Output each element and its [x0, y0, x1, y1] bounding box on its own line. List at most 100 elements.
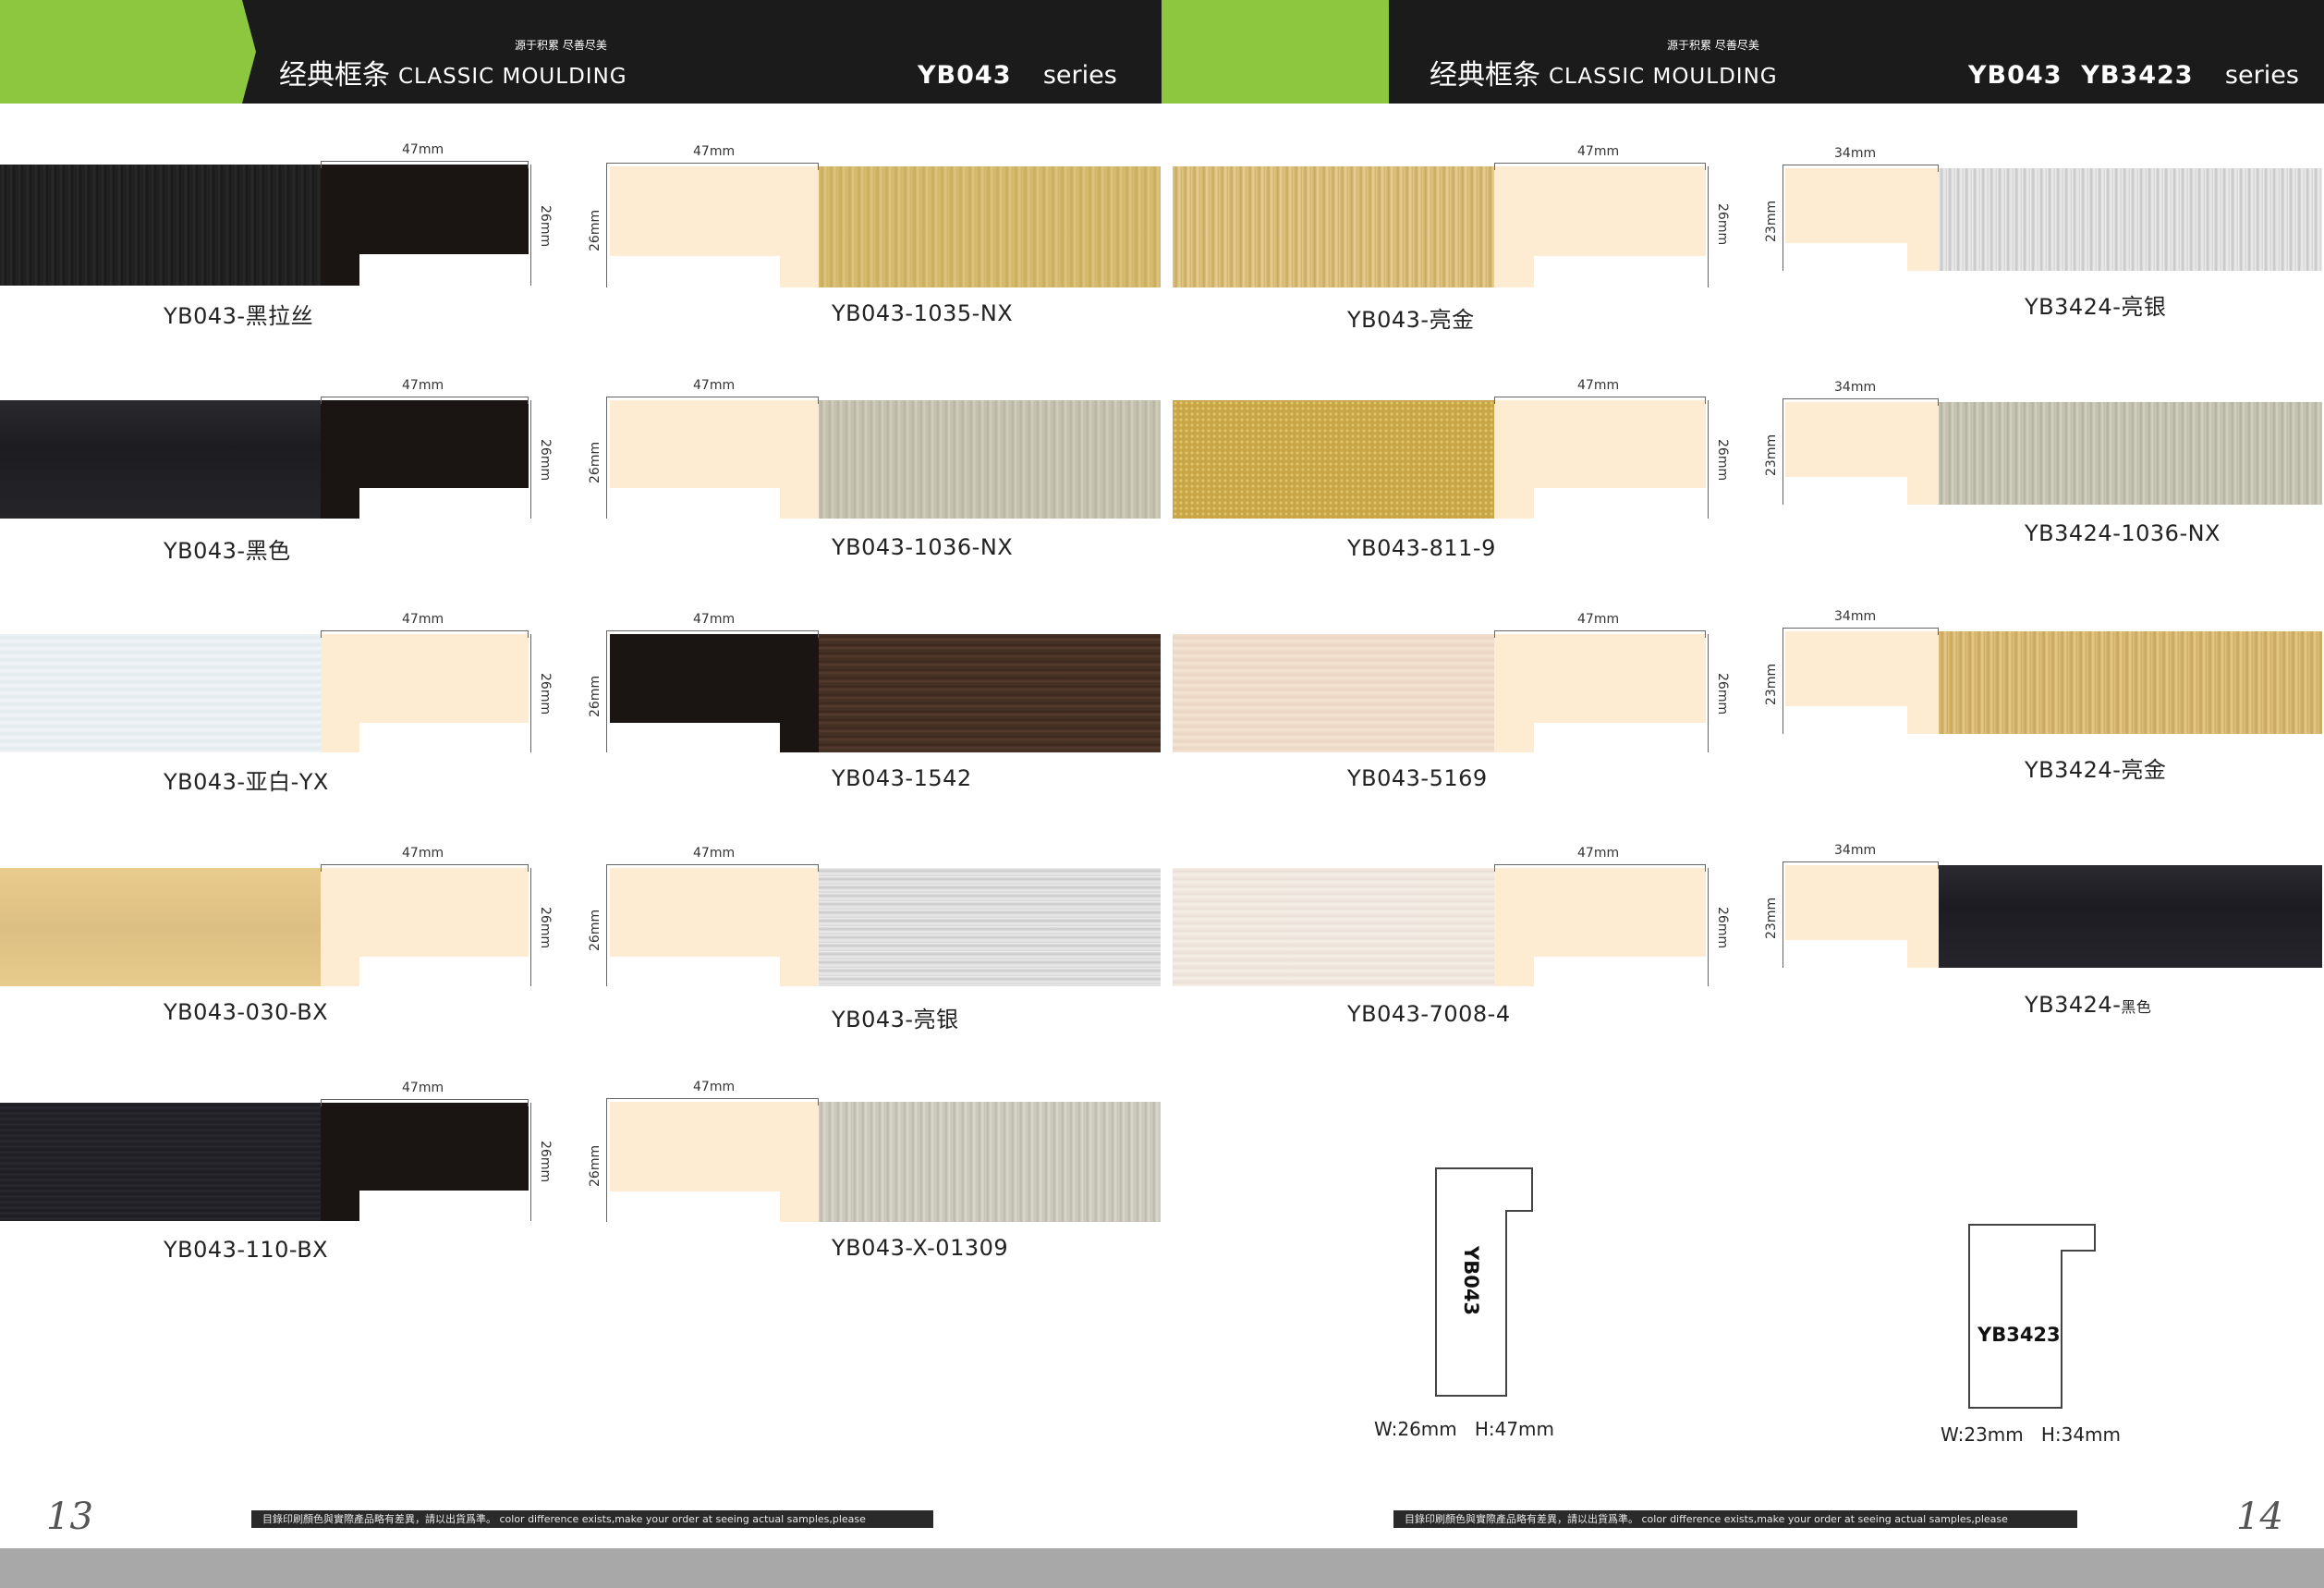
title-en: CLASSIC MOULDING [398, 65, 627, 89]
bottom-strip [0, 1548, 2324, 1588]
profile-outline-drawing [1435, 1167, 1533, 1397]
product-code: YB043-811-9 [1347, 535, 1496, 561]
width-dimension [1494, 630, 1706, 638]
width-label: 34mm [1834, 380, 1877, 395]
product-code: YB043-亮银 [832, 1007, 959, 1032]
width-label: 47mm [402, 378, 444, 393]
moulding-sample [819, 868, 1161, 986]
width-label: 47mm [693, 144, 736, 159]
width-dimension [606, 864, 819, 872]
moulding-sample [0, 634, 321, 752]
moulding-sample [819, 634, 1161, 752]
catalog-page-left: 源于积累 尽善尽美 经典框条 CLASSIC MOULDING YB043 se… [0, 0, 1162, 1548]
product-code: YB043-1036-NX [832, 534, 1014, 560]
outline-dimensions-yb3423: W:23mm H:34mm [1941, 1423, 2122, 1446]
width-dimension [1783, 861, 1939, 869]
product-code: YB043-亮金 [1347, 307, 1475, 333]
width-dimension [321, 161, 529, 168]
title-en: CLASSIC MOULDING [1549, 65, 1778, 89]
product-code: YB043-1035-NX [832, 300, 1014, 326]
width-label: 47mm [693, 612, 736, 627]
moulding-sample [1173, 634, 1494, 752]
width-label: 47mm [1577, 144, 1620, 159]
moulding-sample [1939, 168, 2322, 271]
moulding-sample [0, 868, 321, 986]
height-dimension [1708, 400, 1714, 519]
height-dimension [530, 165, 537, 286]
moulding-sample [819, 166, 1161, 287]
moulding-sample [0, 165, 321, 286]
page-number: 13 [46, 1496, 93, 1538]
width-label: 47mm [693, 846, 736, 861]
product-code: YB043-黑色 [164, 538, 291, 564]
product-code: YB043-110-BX [164, 1237, 329, 1263]
width-dimension [1494, 864, 1706, 872]
width-dimension [1494, 163, 1706, 170]
product-code: YB3424-亮金 [2025, 757, 2167, 783]
height-label: 26mm [588, 1144, 602, 1187]
height-dimension [606, 1102, 613, 1222]
product-code: YB3424-1036-NX [2025, 520, 2221, 546]
width-dimension [1783, 628, 1939, 635]
profile-outline-yb3423 [1967, 1223, 2097, 1410]
product-code: YB043-7008-4 [1347, 1001, 1511, 1027]
width-label: 47mm [1577, 846, 1620, 861]
series-word: series [1042, 61, 1117, 90]
moulding-sample [1173, 868, 1494, 986]
height-label: 26mm [588, 441, 602, 483]
width-label: 34mm [1834, 609, 1877, 624]
page-number: 14 [2236, 1496, 2283, 1538]
height-label: 26mm [1715, 203, 1730, 246]
height-label: 26mm [1715, 439, 1730, 482]
height-label: 26mm [538, 205, 553, 248]
height-label: 26mm [1715, 907, 1730, 949]
width-dimension [321, 864, 529, 872]
moulding-sample [819, 1102, 1161, 1222]
height-dimension [530, 1103, 537, 1221]
height-dimension [1783, 865, 1789, 968]
profile-outline-yb043 [1434, 1167, 1536, 1398]
width-label: 47mm [402, 846, 444, 861]
moulding-sample [1173, 400, 1494, 519]
height-dimension [1708, 166, 1714, 287]
width-dimension [1783, 165, 1939, 172]
height-label: 26mm [588, 675, 602, 717]
width-dimension [321, 1099, 529, 1106]
width-label: 47mm [693, 378, 736, 393]
product-code: YB043-5169 [1347, 765, 1488, 791]
series-title: YB043 YB3423 series [1968, 61, 2299, 90]
product-code: YB043-X-01309 [832, 1235, 1009, 1261]
height-dimension [1708, 634, 1714, 752]
width-dimension [606, 1098, 819, 1105]
product-code: YB3424-黑色 [2025, 992, 2152, 1018]
height-dimension [606, 166, 613, 287]
moulding-sample [1173, 166, 1494, 287]
width-dimension [321, 630, 529, 638]
height-dimension [1783, 402, 1789, 505]
width-label: 47mm [693, 1080, 736, 1094]
moulding-sample [0, 1103, 321, 1221]
green-accent-slant [1389, 0, 1417, 104]
height-dimension [530, 400, 537, 519]
height-dimension [530, 634, 537, 752]
slogan: 源于积累 尽善尽美 [515, 39, 607, 52]
print-disclaimer: 目錄印刷顏色與實際產品略有差異，請以出貨爲準。 color difference… [1393, 1510, 2077, 1528]
width-dimension [1494, 397, 1706, 404]
product-code: YB043-亚白-YX [164, 769, 329, 795]
width-label: 34mm [1834, 843, 1877, 858]
height-label: 23mm [1764, 897, 1779, 939]
moulding-sample [1939, 865, 2322, 968]
height-label: 26mm [538, 673, 553, 715]
width-label: 47mm [402, 1081, 444, 1095]
width-dimension [1783, 398, 1939, 406]
height-dimension [606, 400, 613, 519]
product-code: YB3424-亮银 [2025, 294, 2167, 320]
width-label: 34mm [1834, 146, 1877, 161]
moulding-sample [1939, 631, 2322, 734]
outline-label-yb043-rotated: YB043 [1460, 1246, 1482, 1316]
moulding-sample [819, 400, 1161, 519]
outline-dimensions-yb043: W:26mm H:47mm [1374, 1418, 1555, 1440]
height-label: 23mm [1764, 663, 1779, 705]
width-label: 47mm [1577, 612, 1620, 627]
profile-outline-drawing [1968, 1224, 2096, 1409]
